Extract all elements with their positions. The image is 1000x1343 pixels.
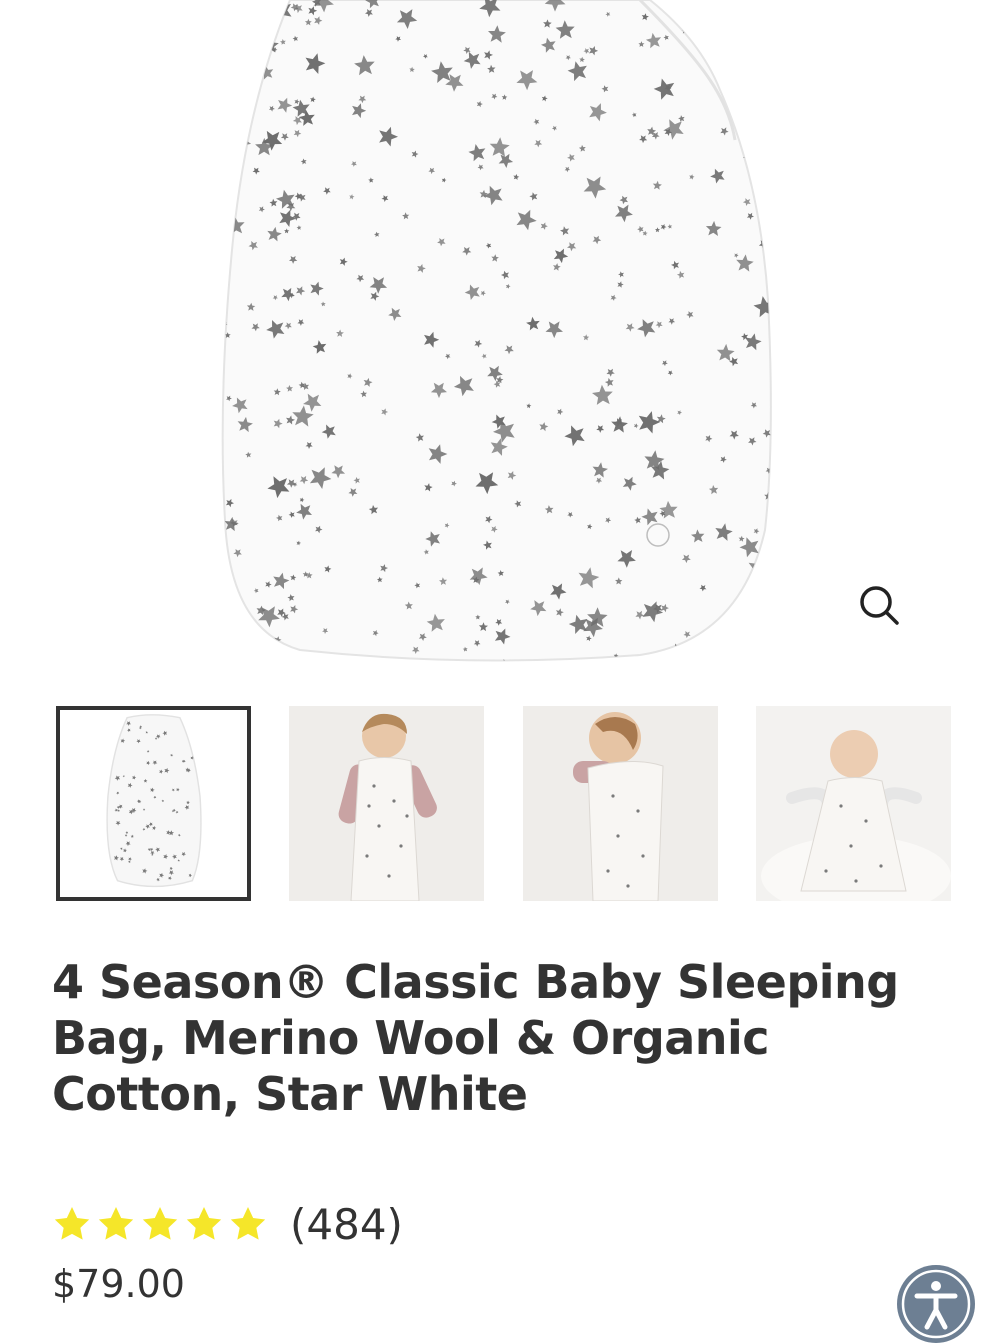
- search-icon: [860, 586, 899, 625]
- rating-stars: [52, 1204, 268, 1244]
- thumbnail-4[interactable]: [756, 706, 951, 901]
- product-rating[interactable]: (484): [52, 1196, 403, 1252]
- thumbnail-1[interactable]: [56, 706, 251, 901]
- thumbnail-image: [289, 706, 484, 901]
- zoom-button[interactable]: [852, 578, 906, 632]
- accessibility-icon: [901, 1269, 971, 1339]
- sleeping-bag-image: [221, 0, 772, 662]
- thumbnail-strip: [56, 706, 951, 902]
- star-icon: [98, 1207, 134, 1240]
- thumbnail-image: [60, 710, 247, 897]
- thumbnail-2[interactable]: [289, 706, 484, 901]
- star-icon: [230, 1207, 266, 1240]
- star-icon: [142, 1207, 178, 1240]
- star-icon: [186, 1207, 222, 1240]
- product-main-image[interactable]: [0, 0, 1000, 690]
- thumbnail-image: [523, 706, 718, 901]
- review-count[interactable]: (484): [290, 1200, 403, 1249]
- accessibility-button[interactable]: [897, 1265, 975, 1343]
- product-title: 4 Season® Classic Baby Sleeping Bag, Mer…: [52, 955, 899, 1121]
- star-icon: [54, 1207, 90, 1240]
- thumbnail-image: [756, 706, 951, 901]
- thumbnail-3[interactable]: [523, 706, 718, 901]
- product-price: $79.00: [52, 1262, 185, 1306]
